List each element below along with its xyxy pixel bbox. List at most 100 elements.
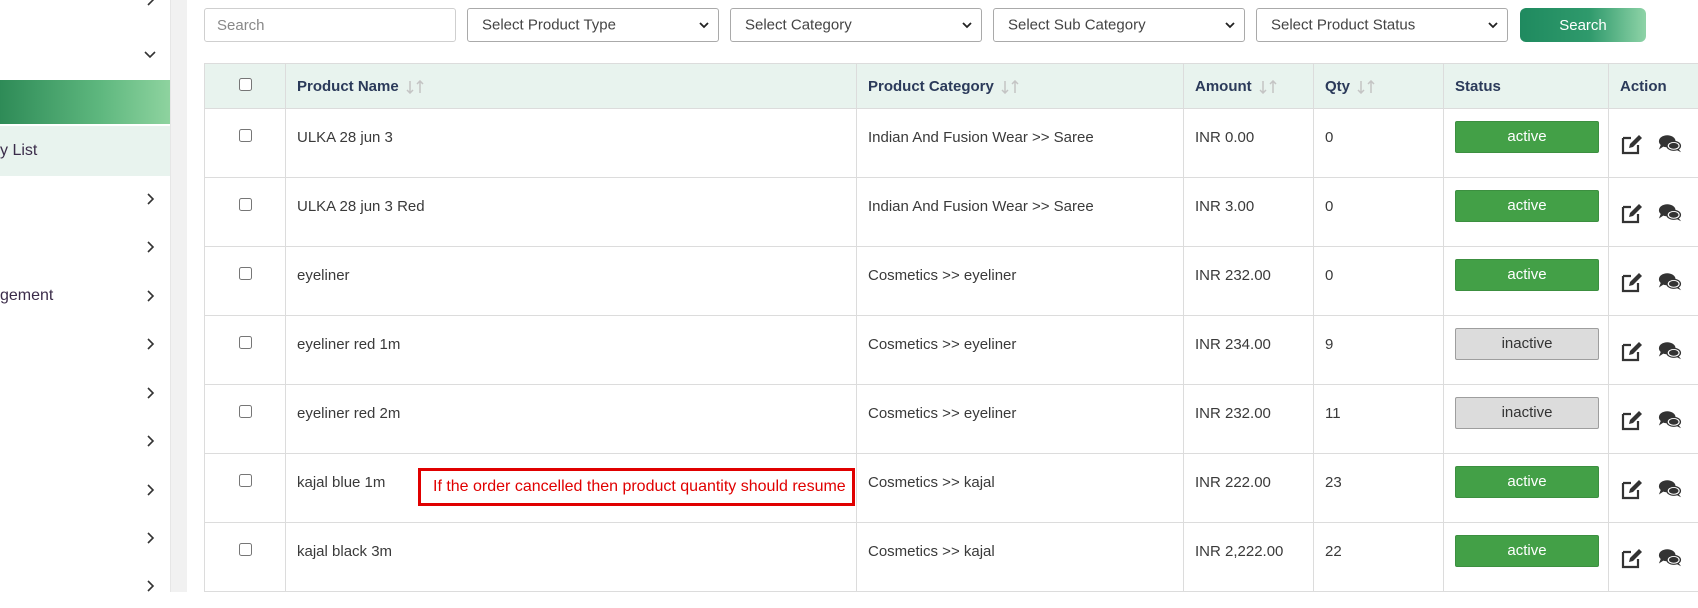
status-cell: active (1444, 454, 1609, 523)
amount: INR 0.00 (1195, 129, 1254, 146)
status-cell: active (1444, 523, 1609, 592)
sidebar-subitem-list[interactable]: y List (0, 126, 170, 176)
edit-icon[interactable] (1620, 271, 1644, 293)
sidebar-item[interactable] (0, 177, 170, 221)
status-badge[interactable]: active (1455, 535, 1599, 567)
qty-cell: 23 (1314, 454, 1444, 523)
product-category: Cosmetics >> eyeliner (868, 405, 1016, 422)
row-checkbox[interactable] (239, 198, 252, 211)
product-name-cell: eyeliner red 2m (286, 385, 857, 454)
action-cell (1609, 385, 1698, 454)
qty: 11 (1325, 405, 1341, 422)
sidebar-item[interactable] (0, 371, 170, 415)
sidebar-scrollbar[interactable] (170, 0, 187, 592)
qty-cell: 0 (1314, 247, 1444, 316)
status-cell: active (1444, 109, 1609, 178)
annotation-note: If the order cancelled then product quan… (418, 468, 855, 506)
header-amount[interactable]: Amount (1184, 64, 1314, 109)
sidebar-item[interactable] (0, 0, 170, 22)
header-product-category[interactable]: Product Category (857, 64, 1184, 109)
search-button[interactable]: Search (1520, 8, 1646, 42)
sidebar-item[interactable] (0, 419, 170, 463)
table-row: eyeliner red 1m Cosmetics >> eyeliner INR … (205, 316, 1698, 385)
chevron-right-icon (144, 290, 156, 302)
comments-icon[interactable] (1658, 271, 1682, 293)
product-name: kajal blue 1m (297, 474, 385, 491)
product-category: Indian And Fusion Wear >> Saree (868, 198, 1094, 215)
sort-icon[interactable] (1258, 80, 1280, 94)
row-checkbox[interactable] (239, 129, 252, 142)
comments-icon[interactable] (1658, 133, 1682, 155)
sidebar-item[interactable] (0, 516, 170, 560)
status-badge[interactable]: active (1455, 190, 1599, 222)
row-checkbox[interactable] (239, 267, 252, 280)
product-name-cell: ULKA 28 jun 3 Red (286, 178, 857, 247)
product-name-cell: kajal black 3m (286, 523, 857, 592)
header-qty[interactable]: Qty (1314, 64, 1444, 109)
sidebar-item[interactable] (0, 225, 170, 269)
table-row: ULKA 28 jun 3 Red Indian And Fusion Wear … (205, 178, 1698, 247)
select-all-checkbox[interactable] (239, 78, 252, 91)
product-name-cell: eyeliner (286, 247, 857, 316)
row-checkbox[interactable] (239, 336, 252, 349)
status-badge[interactable]: active (1455, 466, 1599, 498)
edit-icon[interactable] (1620, 409, 1644, 431)
table-body: ULKA 28 jun 3Indian And Fusion Wear >> S… (205, 109, 1698, 592)
row-checkbox[interactable] (239, 474, 252, 487)
sidebar-item-active[interactable] (0, 80, 170, 124)
comments-icon[interactable] (1658, 202, 1682, 224)
amount: INR 222.00 (1195, 474, 1271, 491)
comments-icon[interactable] (1658, 340, 1682, 362)
header-product-name[interactable]: Product Name (286, 64, 857, 109)
sidebar-item[interactable] (0, 322, 170, 366)
product-name-cell: eyeliner red 1m (286, 316, 857, 385)
sub-category-select[interactable]: Select Sub Category (993, 8, 1245, 42)
amount-cell: INR 232.00 (1184, 247, 1314, 316)
status-badge[interactable]: active (1455, 121, 1599, 153)
search-input[interactable] (204, 8, 456, 42)
amount-cell: INR 0.00 (1184, 109, 1314, 178)
sidebar-item-expanded[interactable] (0, 32, 170, 76)
product-category: Cosmetics >> eyeliner (868, 336, 1016, 353)
table-row: kajal black 3mCosmetics >> kajalINR 2,22… (205, 523, 1698, 592)
status-cell: active (1444, 247, 1609, 316)
action-cell (1609, 316, 1698, 385)
product-name-cell: ULKA 28 jun 3 (286, 109, 857, 178)
sort-icon[interactable] (405, 80, 427, 94)
product-name: ULKA 28 jun 3 Red (297, 198, 425, 215)
sidebar-item[interactable] (0, 564, 170, 608)
product-name: eyeliner red 1m (297, 336, 400, 353)
product-category: Cosmetics >> kajal (868, 543, 995, 560)
product-category-cell: Indian And Fusion Wear >> Saree (857, 178, 1184, 247)
edit-icon[interactable] (1620, 547, 1644, 569)
table-header-row: Product Name Product Category Amount Qty… (205, 64, 1698, 109)
row-checkbox[interactable] (239, 543, 252, 556)
product-name: eyeliner red 2m (297, 405, 400, 422)
edit-icon[interactable] (1620, 133, 1644, 155)
comments-icon[interactable] (1658, 409, 1682, 431)
amount-cell: INR 234.00 (1184, 316, 1314, 385)
amount: INR 232.00 (1195, 405, 1271, 422)
status-badge[interactable]: active (1455, 259, 1599, 291)
chevron-right-icon (144, 241, 156, 253)
comments-icon[interactable] (1658, 547, 1682, 569)
sidebar-item[interactable] (0, 468, 170, 512)
sort-icon[interactable] (1000, 80, 1022, 94)
category-select[interactable]: Select Category (730, 8, 982, 42)
sort-icon[interactable] (1356, 80, 1378, 94)
sidebar-item-management[interactable]: gement (0, 274, 170, 318)
chevron-down-icon (698, 19, 710, 31)
edit-icon[interactable] (1620, 202, 1644, 224)
comments-icon[interactable] (1658, 478, 1682, 500)
qty: 0 (1325, 129, 1333, 146)
status-badge[interactable]: inactive (1455, 397, 1599, 429)
status-badge[interactable]: inactive (1455, 328, 1599, 360)
amount-cell: INR 222.00 (1184, 454, 1314, 523)
row-checkbox[interactable] (239, 405, 252, 418)
edit-icon[interactable] (1620, 478, 1644, 500)
product-category-cell: Indian And Fusion Wear >> Saree (857, 109, 1184, 178)
product-type-select[interactable]: Select Product Type (467, 8, 719, 42)
chevron-right-icon (144, 532, 156, 544)
edit-icon[interactable] (1620, 340, 1644, 362)
product-status-select[interactable]: Select Product Status (1256, 8, 1508, 42)
